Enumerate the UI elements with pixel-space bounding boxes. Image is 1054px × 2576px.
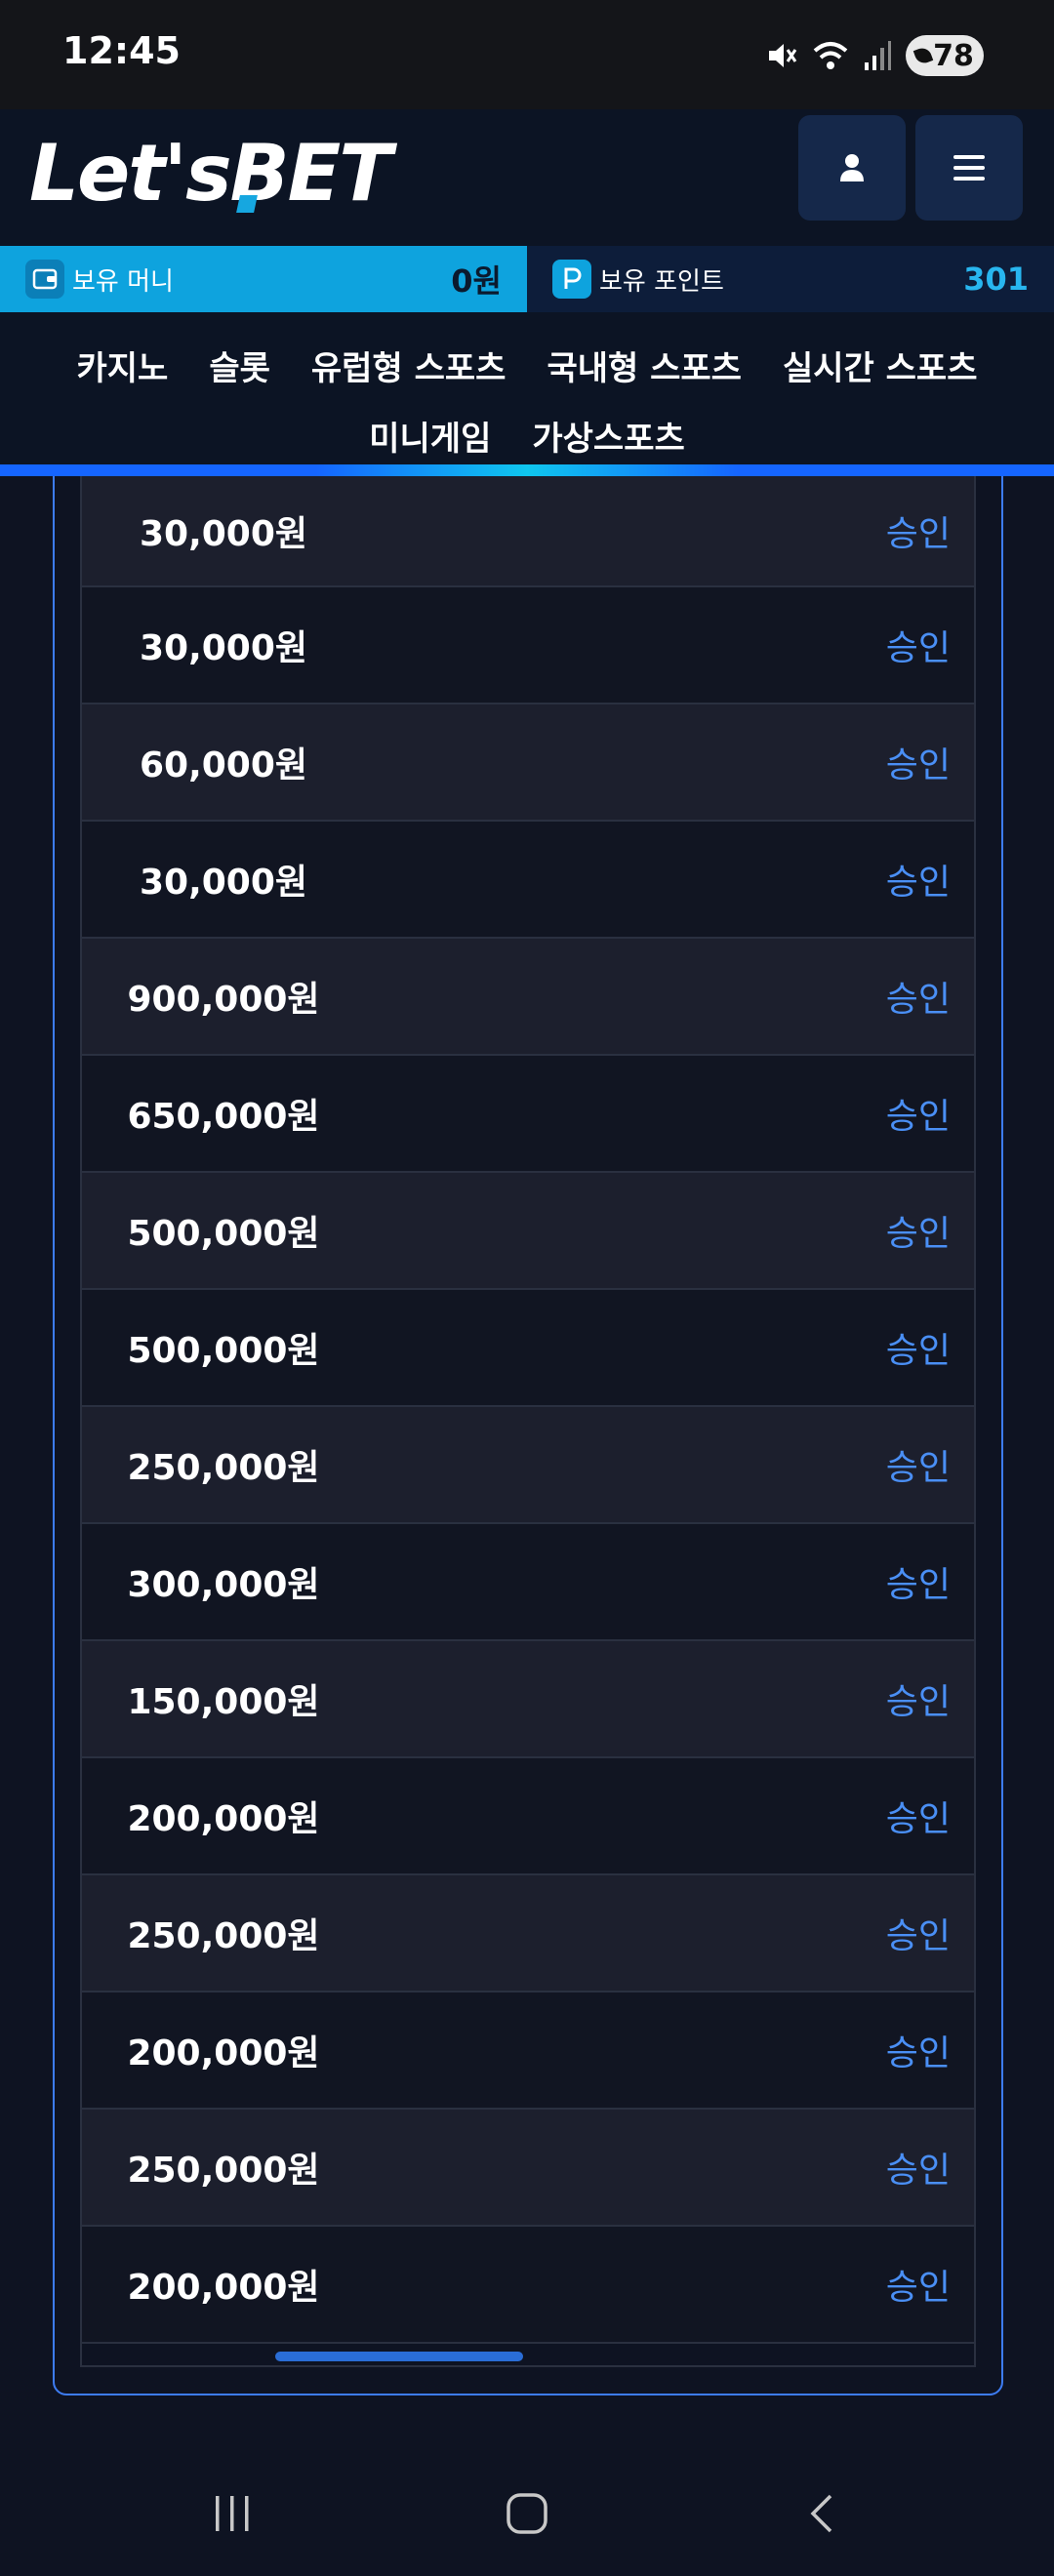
points-value: 301 <box>963 261 1029 298</box>
amount-cell: 250,000원 <box>127 1448 320 1488</box>
nav-item[interactable]: 가상스포츠 <box>532 412 684 460</box>
battery-level: 78 <box>933 38 974 73</box>
amount-cell: 150,000원 <box>127 1682 320 1722</box>
table-row: 500,000원 승인 <box>82 1173 974 1290</box>
status-cell: 승인 <box>885 628 951 668</box>
status-cell: 승인 <box>885 2151 951 2191</box>
system-nav-bar <box>0 2449 1054 2576</box>
status-bar: 12:45 78 <box>0 0 1054 109</box>
nav-row-1: 카지노 슬롯 유럽형 스포츠 국내형 스포츠 실시간 스포츠 <box>0 342 1054 389</box>
amount-cell: 30,000원 <box>139 514 308 554</box>
status-icons: 78 <box>765 33 984 78</box>
status-cell: 승인 <box>885 2033 951 2073</box>
nav-item[interactable]: 카지노 <box>77 342 169 389</box>
nav-item[interactable]: 국내형 스포츠 <box>547 342 742 389</box>
table-row: 30,000원 승인 <box>82 476 974 587</box>
table-row: 250,000원 승인 <box>82 2110 974 2227</box>
amount-cell: 200,000원 <box>127 2268 320 2308</box>
table-row: 60,000원 승인 <box>82 704 974 822</box>
money-value: 0원 <box>451 262 502 300</box>
status-cell: 승인 <box>885 1214 951 1254</box>
nav-row-2: 미니게임 가상스포츠 <box>0 412 1054 460</box>
battery-saver-icon <box>912 45 934 66</box>
logo-main-text: Let's <box>29 127 232 219</box>
status-cell: 승인 <box>885 745 951 785</box>
status-cell: 승인 <box>885 1799 951 1839</box>
amount-cell: 500,000원 <box>127 1214 320 1254</box>
amount-cell: 30,000원 <box>139 863 308 903</box>
table-row: 30,000원 승인 <box>82 822 974 939</box>
amount-cell: 60,000원 <box>139 745 308 785</box>
site-header: Let's BET <box>0 109 1054 246</box>
table-row: 300,000원 승인 <box>82 1524 974 1641</box>
table-row: 900,000원 승인 <box>82 939 974 1056</box>
table-row: 250,000원 승인 <box>82 1875 974 1992</box>
hamburger-menu-icon <box>953 155 985 181</box>
table-row: 500,000원 승인 <box>82 1290 974 1407</box>
status-cell: 승인 <box>885 1097 951 1137</box>
logo-accent-mark <box>235 194 258 213</box>
balance-bar: 보유 머니 0원 보유 포인트 301 <box>0 246 1054 312</box>
status-cell: 승인 <box>885 863 951 903</box>
status-cell: 승인 <box>885 1682 951 1722</box>
status-time: 12:45 <box>62 29 181 72</box>
status-cell: 승인 <box>885 1448 951 1488</box>
table-row: 30,000원 승인 <box>82 587 974 704</box>
table-row: 150,000원 승인 <box>82 1641 974 1758</box>
status-cell: 승인 <box>885 1565 951 1605</box>
amount-cell: 200,000원 <box>127 1799 320 1839</box>
amount-cell: 500,000원 <box>127 1331 320 1371</box>
battery-indicator: 78 <box>906 35 984 76</box>
wifi-icon <box>813 42 848 69</box>
nav-item[interactable]: 실시간 스포츠 <box>783 342 978 389</box>
points-icon <box>552 260 591 299</box>
history-table[interactable]: 30,000원 승인 30,000원 승인 60,000원 승인 30,000원 승인 900,… <box>80 476 976 2367</box>
points-label: 보유 포인트 <box>599 266 724 297</box>
back-icon <box>810 2494 832 2533</box>
status-cell: 승인 <box>885 2268 951 2308</box>
signal-icon <box>865 41 891 70</box>
status-cell: 승인 <box>885 1331 951 1371</box>
mute-icon <box>769 44 797 67</box>
wallet-icon <box>25 260 64 299</box>
logo-accent-text: BET <box>230 128 392 219</box>
recent-apps-button[interactable] <box>203 2484 262 2543</box>
amount-cell: 250,000원 <box>127 2151 320 2191</box>
points-balance[interactable]: 보유 포인트 301 <box>527 246 1054 312</box>
amount-cell: 250,000원 <box>127 1916 320 1956</box>
category-nav: 카지노 슬롯 유럽형 스포츠 국내형 스포츠 실시간 스포츠 미니게임 가상스포츠 <box>0 312 1054 464</box>
money-balance[interactable]: 보유 머니 0원 <box>0 246 527 312</box>
amount-cell: 200,000원 <box>127 2033 320 2073</box>
recent-apps-icon <box>216 2496 249 2531</box>
money-label: 보유 머니 <box>72 266 174 297</box>
table-row: 250,000원 승인 <box>82 1407 974 1524</box>
amount-cell: 900,000원 <box>127 980 320 1020</box>
table-row: 200,000원 승인 <box>82 2227 974 2344</box>
home-icon <box>507 2493 547 2534</box>
nav-item[interactable]: 미니게임 <box>369 412 491 460</box>
horizontal-scrollbar[interactable] <box>275 2352 523 2361</box>
home-button[interactable] <box>498 2484 556 2543</box>
user-icon <box>840 154 864 181</box>
menu-button[interactable] <box>915 115 1023 221</box>
status-cell: 승인 <box>885 1916 951 1956</box>
amount-cell: 30,000원 <box>139 628 308 668</box>
status-cell: 승인 <box>885 514 951 554</box>
table-row: 200,000원 승인 <box>82 1758 974 1875</box>
nav-item[interactable]: 슬롯 <box>209 342 270 389</box>
nav-underline <box>0 464 1054 476</box>
logo[interactable]: Let's BET <box>29 128 392 219</box>
amount-cell: 650,000원 <box>127 1097 320 1137</box>
user-button[interactable] <box>798 115 906 221</box>
nav-item[interactable]: 유럽형 스포츠 <box>311 342 507 389</box>
status-cell: 승인 <box>885 980 951 1020</box>
amount-cell: 300,000원 <box>127 1565 320 1605</box>
table-row: 200,000원 승인 <box>82 1992 974 2110</box>
back-button[interactable] <box>792 2484 851 2543</box>
table-row: 650,000원 승인 <box>82 1056 974 1173</box>
